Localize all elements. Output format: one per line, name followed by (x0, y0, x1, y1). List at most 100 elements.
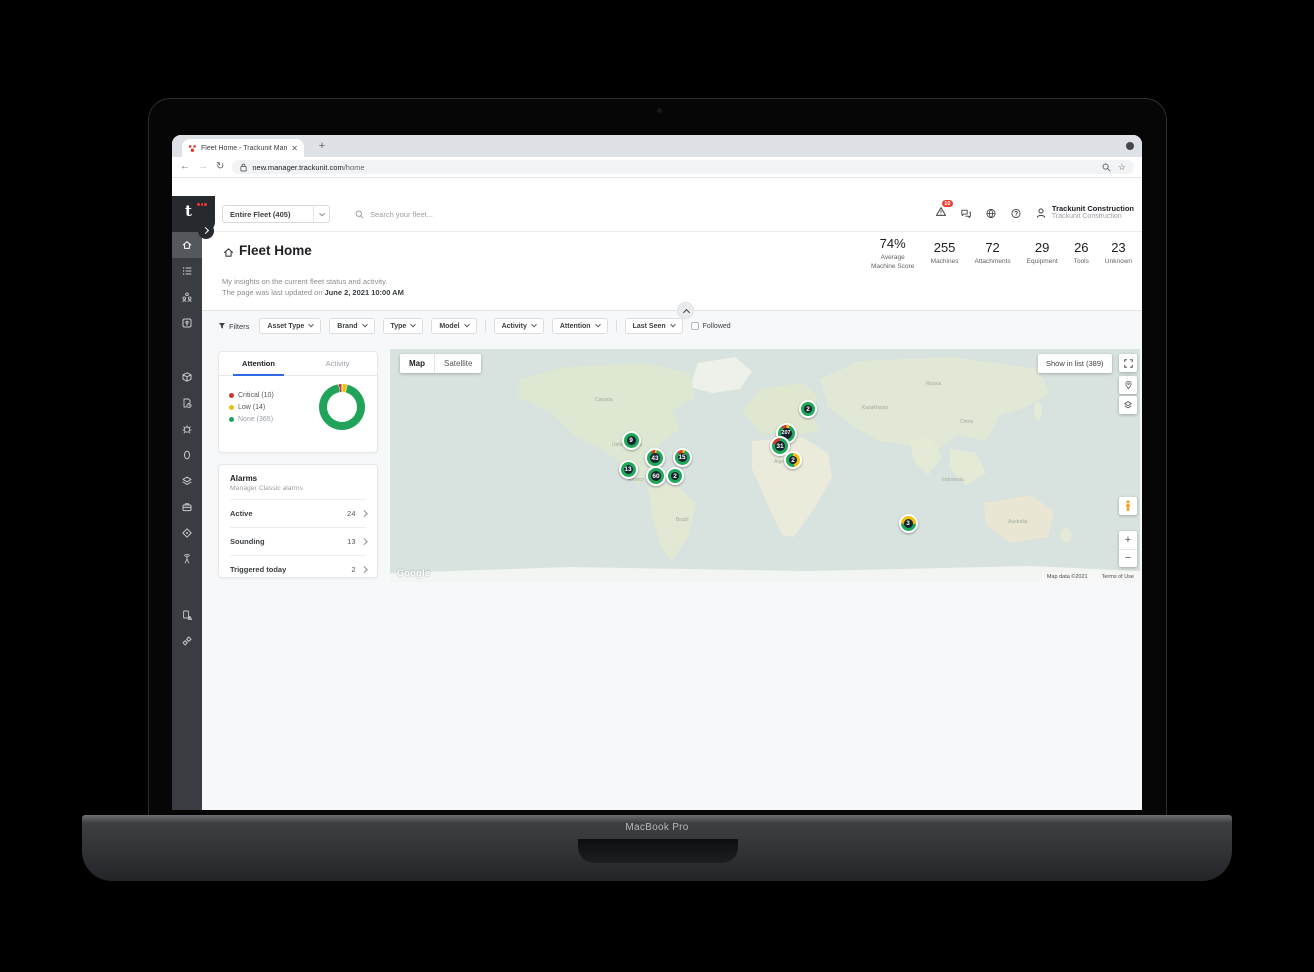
macbook-screen: Fleet Home - Trackunit Manag ✕ + ← → ↻ n… (148, 98, 1167, 815)
zoom-out-button[interactable]: − (1119, 550, 1137, 568)
feedback-chat-icon[interactable] (960, 208, 972, 219)
map-cluster-marker[interactable]: 13 (618, 459, 638, 479)
satellite-view-button[interactable]: Satellite (434, 354, 482, 373)
geofence-diamond-icon (182, 528, 192, 538)
chevron-down-icon (308, 321, 315, 328)
chevron-down-icon (531, 321, 537, 328)
stat-value: 23 (1111, 240, 1126, 256)
tab-attention[interactable]: Attention (219, 352, 298, 376)
account-org: Trackunit Construction (1051, 213, 1122, 221)
legend-dot (229, 392, 234, 398)
alarm-row[interactable]: Active 24 (230, 499, 367, 527)
new-tab-button[interactable]: + (314, 138, 330, 154)
zoom-url-icon[interactable] (1102, 163, 1111, 172)
filter-dropdown[interactable]: Last Seen (624, 318, 683, 334)
account-menu[interactable]: Trackunit Construction Trackunit Constru… (1035, 204, 1134, 221)
stat-column: 74% Average Machine Score (871, 236, 915, 272)
sidebar-item-tags[interactable] (172, 442, 202, 468)
filter-dropdown[interactable]: Activity (493, 318, 544, 334)
map-cluster-marker[interactable]: 43 (645, 448, 665, 468)
sidebar-item-service[interactable] (172, 416, 202, 442)
funnel-icon (219, 323, 225, 329)
map-cluster-marker[interactable]: 9 (621, 430, 641, 450)
collapse-header-button[interactable] (677, 302, 694, 319)
sidebar-expand-button[interactable] (198, 223, 214, 239)
help-icon[interactable] (1010, 208, 1022, 219)
alarm-row[interactable]: Triggered today 2 (230, 555, 367, 583)
sidebar-item-groups[interactable] (172, 468, 202, 494)
map-cluster-marker[interactable]: 2 (666, 467, 684, 485)
legend-item: Critical (10) (229, 392, 274, 399)
fleet-search[interactable]: Search your fleet... (355, 205, 433, 223)
filter-dropdown[interactable]: Attention (551, 318, 608, 334)
map-cluster-marker[interactable]: 2 (784, 451, 802, 469)
map-view-button[interactable]: Map (400, 354, 434, 373)
reload-icon[interactable]: ↻ (216, 162, 224, 172)
map-data-label: Map data ©2021 (1046, 574, 1088, 580)
browser-tab[interactable]: Fleet Home - Trackunit Manag ✕ (182, 139, 304, 157)
map-cluster-marker[interactable]: 2 (799, 400, 817, 418)
map-cluster-marker[interactable]: 15 (672, 447, 692, 467)
fleet-selector[interactable]: Entire Fleet (405) (222, 205, 330, 223)
google-logo: Google (397, 568, 431, 578)
alerts-button[interactable]: 10 (935, 200, 953, 222)
sidebar-item-diagnostics[interactable] (172, 602, 202, 628)
sidebar-item-home[interactable] (172, 232, 202, 258)
layers-icon (182, 476, 192, 485)
stat-value: 72 (985, 240, 1000, 256)
filter-dropdown[interactable]: Model (431, 318, 477, 334)
chevron-down-icon (313, 206, 329, 222)
sidebar-item-telematics[interactable] (172, 546, 202, 572)
macbook-scoop (578, 839, 738, 863)
sidebar-item-fleet-list[interactable] (172, 258, 202, 284)
sidebar-item-settings[interactable] (172, 628, 202, 654)
layers-icon (1124, 401, 1132, 409)
stat-value: 74% (879, 236, 906, 251)
filter-dropdown[interactable]: Asset Type (259, 318, 322, 334)
tab-activity[interactable]: Activity (298, 352, 377, 375)
forward-icon[interactable]: → (198, 162, 208, 172)
map-cluster-marker[interactable]: 3 (898, 513, 918, 533)
sidebar-item-geofence[interactable] (172, 520, 202, 546)
chevron-down-icon (463, 321, 470, 328)
tab-close-icon[interactable]: ✕ (291, 144, 298, 153)
stat-label: Equipment (1026, 258, 1058, 266)
terms-link[interactable]: Terms of Use (1102, 574, 1134, 580)
sidebar-item-reports[interactable] (172, 390, 202, 416)
page-home-icon (223, 248, 234, 257)
map-layers-button[interactable] (1119, 396, 1137, 414)
map-pin-button[interactable] (1119, 376, 1137, 394)
legend-dot (229, 404, 234, 410)
fleet-map[interactable]: Canada United States Mexico Brazil Russi… (390, 349, 1140, 582)
followed-filter[interactable]: Followed (690, 322, 731, 330)
show-in-list-button[interactable]: Show in list (389) (1038, 354, 1112, 373)
stat-column: 29 Equipment (1027, 240, 1058, 267)
account-name: Trackunit Construction (1051, 204, 1134, 214)
tab-title: Fleet Home - Trackunit Manag (201, 144, 288, 152)
search-icon (355, 210, 364, 219)
sidebar-item-customers[interactable] (172, 284, 202, 310)
browser-profile-button[interactable] (1126, 142, 1134, 150)
gears-icon (182, 636, 192, 646)
filters-bar: Filters Asset Type Brand Type Model Activit… (218, 317, 731, 335)
fullscreen-button[interactable] (1119, 354, 1137, 372)
globe-icon[interactable] (985, 208, 997, 219)
filter-dropdown[interactable]: Brand (329, 318, 375, 334)
url-bar[interactable]: new.manager.trackunit.com/home ☆ (232, 160, 1134, 174)
sidebar-item-toolbox[interactable] (172, 494, 202, 520)
browser-toolbar: ← → ↻ new.manager.trackunit.com/home ☆ (172, 157, 1142, 178)
last-updated: The page was last updated on June 2, 2021… (222, 288, 404, 297)
filter-dropdown[interactable]: Type (382, 318, 424, 334)
alarm-row[interactable]: Sounding 13 (230, 527, 367, 555)
map-cluster-marker[interactable]: 60 (646, 466, 666, 486)
pegman-button[interactable] (1119, 497, 1137, 515)
followed-checkbox[interactable] (690, 322, 699, 330)
bookmark-star-icon[interactable]: ☆ (1118, 162, 1126, 172)
back-icon[interactable]: ← (180, 162, 190, 172)
sidebar-item-sites[interactable] (172, 310, 202, 336)
stat-value: 29 (1034, 240, 1050, 256)
zoom-in-button[interactable]: + (1119, 531, 1137, 550)
chevron-down-icon (669, 321, 676, 328)
attention-donut-chart[interactable] (319, 384, 365, 430)
sidebar-item-assets[interactable] (172, 364, 202, 390)
